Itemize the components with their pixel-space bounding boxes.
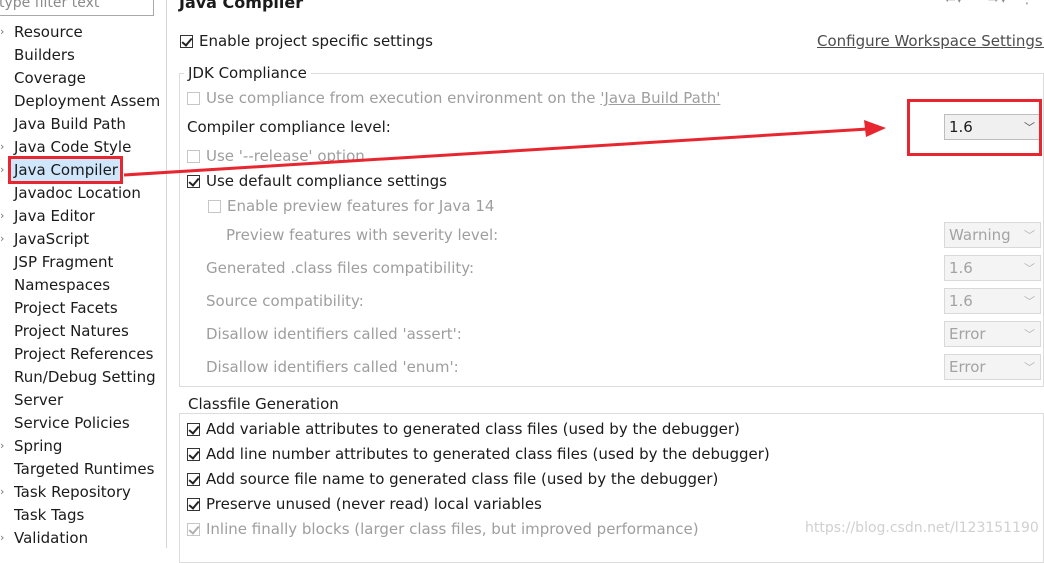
watermark: https://blog.csdn.net/l123151190 [805, 520, 1039, 536]
annotation-arrow [123, 120, 886, 177]
